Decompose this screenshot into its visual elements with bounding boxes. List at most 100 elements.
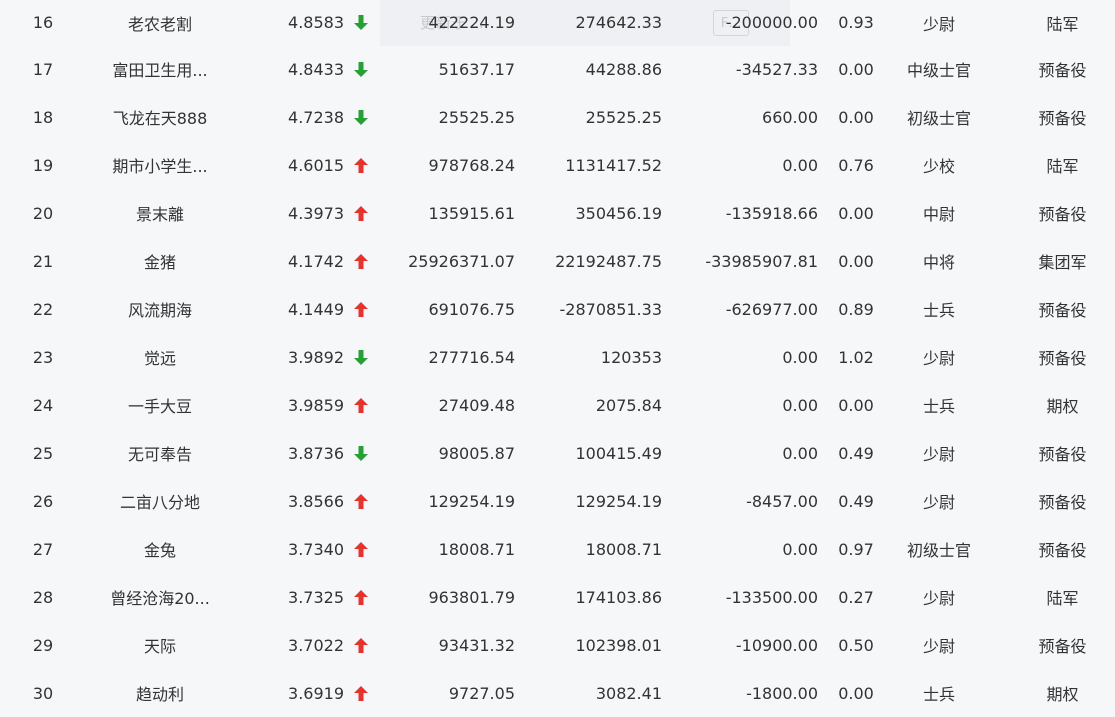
table-row[interactable]: 20 景末離 4.3973 135915.61 350456.19 -135918.66 0… [0,189,1115,237]
value2-cell: 274642.33 [575,13,662,32]
value3-cell: 0.00 [782,395,818,415]
table-row[interactable]: 24 一手大豆 3.9859 27409.48 2075.84 0.00 0.00 士兵 期权 [0,381,1115,429]
table-row[interactable]: 27 金兔 3.7340 18008.71 18008.71 0.00 0.97 初级士官 预备… [0,525,1115,573]
level-cell: 中尉 [922,205,955,224]
name-cell[interactable]: 景末離 [86,189,234,237]
score-cell: 3.6919 [288,683,344,703]
table-row[interactable]: 21 金猪 4.1742 25926371.07 22192487.75 -3398590… [0,237,1115,285]
table-row[interactable]: 28 曾经沧海20... 3.7325 963801.79 174103.86 -1335… [0,573,1115,621]
ratio-cell: 0.97 [838,539,874,559]
value1-cell: 27409.48 [438,395,515,415]
name-cell[interactable]: 金兔 [86,525,234,573]
table-row[interactable]: 22 风流期海 4.1449 691076.75 -2870851.33 -626977.… [0,285,1115,333]
ratio-cell: 0.49 [838,443,874,463]
value3-cell: 660.00 [762,107,818,127]
score-cell: 3.9859 [288,395,344,415]
table-row[interactable]: 26 二亩八分地 3.8566 129254.19 129254.19 -8457.00 0… [0,477,1115,525]
type-cell: 预备役 [1038,301,1087,320]
rank-cell: 18 [32,107,54,127]
trend-down-icon [350,333,372,381]
table-row[interactable]: 30 趋动利 3.6919 9727.05 3082.41 -1800.00 0.00 士兵 期… [0,669,1115,717]
value1-cell: 93431.32 [438,635,515,655]
level-cell: 少尉 [922,637,955,656]
value3-cell: 0.00 [782,443,818,463]
type-cell: 期权 [1046,397,1079,416]
level-cell: 士兵 [922,685,955,704]
name-cell[interactable]: 老农老割 [86,0,234,45]
name-cell[interactable]: 富田卫生用... [86,45,234,93]
value1-cell: 129254.19 [428,491,515,511]
value3-cell: 0.00 [782,347,818,367]
value3-cell: -626977.00 [725,299,818,319]
level-cell: 少尉 [922,445,955,464]
value3-cell: 0.00 [782,539,818,559]
value2-cell: 22192487.75 [555,251,662,271]
name-cell[interactable]: 飞龙在天888 [86,93,234,141]
trend-up-icon [350,381,372,429]
name-cell[interactable]: 风流期海 [86,285,234,333]
value3-cell: -133500.00 [725,587,818,607]
ratio-cell: 0.00 [838,203,874,223]
value3-cell: -8457.00 [746,491,818,511]
table-row[interactable]: 25 无可奉告 3.8736 98005.87 100415.49 0.00 0.49 少尉 预… [0,429,1115,477]
name-cell[interactable]: 金猪 [86,237,234,285]
name-cell[interactable]: 无可奉告 [86,429,234,477]
table-row[interactable]: 17 富田卫生用... 4.8433 51637.17 44288.86 -34527.3… [0,45,1115,93]
name-cell[interactable]: 二亩八分地 [86,477,234,525]
ratio-cell: 0.49 [838,491,874,511]
type-cell: 期权 [1046,685,1079,704]
trend-up-icon [350,189,372,237]
score-cell: 4.8433 [288,59,344,79]
ratio-cell: 0.00 [838,107,874,127]
value3-cell: -1800.00 [746,683,818,703]
table-row[interactable]: 23 觉远 3.9892 277716.54 120353 0.00 1.02 少尉 预备役 [0,333,1115,381]
rank-cell: 20 [32,203,54,223]
name-cell[interactable]: 一手大豆 [86,381,234,429]
type-cell: 预备役 [1038,205,1087,224]
ratio-cell: 0.00 [838,683,874,703]
ratio-cell: 0.00 [838,59,874,79]
trend-up-icon [350,285,372,333]
name-cell[interactable]: 天际 [86,621,234,669]
value2-cell: 174103.86 [575,587,662,607]
value1-cell: 691076.75 [428,299,515,319]
score-cell: 3.7340 [288,539,344,559]
trend-up-icon [350,141,372,189]
name-cell[interactable]: 觉远 [86,333,234,381]
ranking-table: 16 老农老割 4.8583 422224.19 274642.33 -200000.00… [0,0,1115,717]
table-row[interactable]: 18 飞龙在天888 4.7238 25525.25 25525.25 660.00 0.0… [0,93,1115,141]
rank-cell: 19 [32,155,54,175]
value1-cell: 25926371.07 [408,251,515,271]
rank-cell: 29 [32,635,54,655]
rank-cell: 27 [32,539,54,559]
table-row[interactable]: 16 老农老割 4.8583 422224.19 274642.33 -200000.00… [0,0,1115,45]
level-cell: 士兵 [922,397,955,416]
trend-up-icon [350,477,372,525]
rank-cell: 16 [32,13,54,32]
ratio-cell: 0.93 [838,13,874,32]
ratio-cell: 0.76 [838,155,874,175]
score-cell: 3.7022 [288,635,344,655]
level-cell: 士兵 [922,301,955,320]
level-cell: 中将 [922,253,955,272]
score-cell: 4.8583 [288,13,344,32]
level-cell: 少尉 [922,14,955,34]
value2-cell: 25525.25 [585,107,662,127]
value3-cell: -10900.00 [735,635,818,655]
score-cell: 3.8736 [288,443,344,463]
name-cell[interactable]: 曾经沧海20... [86,573,234,621]
score-cell: 4.6015 [288,155,344,175]
level-cell: 中级士官 [906,61,971,80]
name-cell[interactable]: 期市小学生... [86,141,234,189]
trend-up-icon [350,237,372,285]
trend-down-icon [350,93,372,141]
name-cell[interactable]: 趋动利 [86,669,234,717]
value2-cell: -2870851.33 [559,299,662,319]
value1-cell: 978768.24 [428,155,515,175]
type-cell: 陆军 [1046,157,1079,176]
table-row[interactable]: 29 天际 3.7022 93431.32 102398.01 -10900.00 0.50… [0,621,1115,669]
ratio-cell: 0.00 [838,395,874,415]
table-row[interactable]: 19 期市小学生... 4.6015 978768.24 1131417.52 0.00 0… [0,141,1115,189]
value2-cell: 3082.41 [595,683,662,703]
value2-cell: 1131417.52 [565,155,662,175]
